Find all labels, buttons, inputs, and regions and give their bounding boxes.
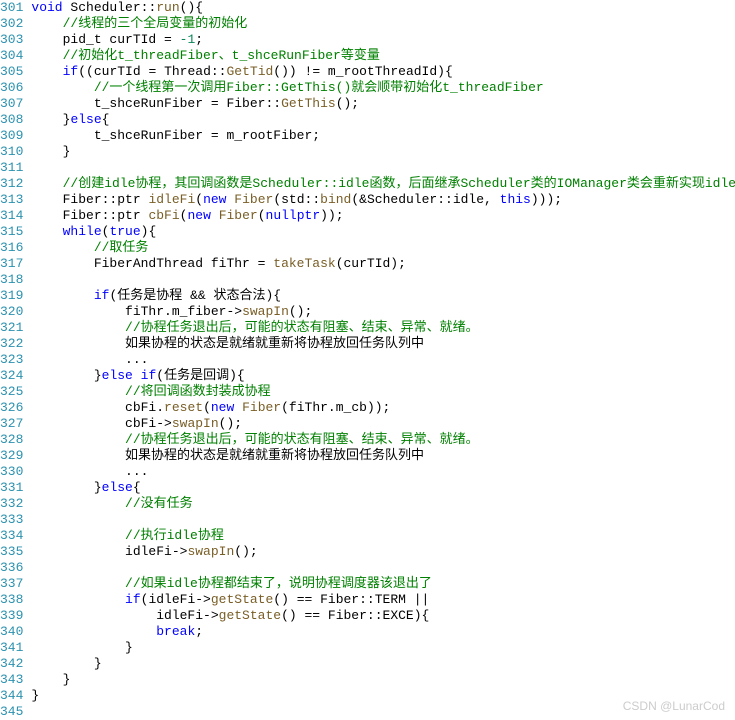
- code-line[interactable]: 如果协程的状态是就绪就重新将协程放回任务队列中: [31, 448, 735, 464]
- code-line[interactable]: if(任务是协程 && 状态合法){: [31, 288, 735, 304]
- code-line[interactable]: ...: [31, 464, 735, 480]
- code-line[interactable]: }else{: [31, 112, 735, 128]
- code-line[interactable]: //初始化t_threadFiber、t_shceRunFiber等变量: [31, 48, 735, 64]
- line-number: 304: [0, 48, 23, 64]
- code-line[interactable]: }: [31, 656, 735, 672]
- code-line[interactable]: [31, 560, 735, 576]
- code-line[interactable]: }: [31, 640, 735, 656]
- code-line[interactable]: //将回调函数封装成协程: [31, 384, 735, 400]
- line-number: 318: [0, 272, 23, 288]
- line-number: 306: [0, 80, 23, 96]
- code-line[interactable]: Fiber::ptr cbFi(new Fiber(nullptr));: [31, 208, 735, 224]
- line-number: 301: [0, 0, 23, 16]
- line-number: 338: [0, 592, 23, 608]
- line-number: 342: [0, 656, 23, 672]
- code-line[interactable]: fiThr.m_fiber->swapIn();: [31, 304, 735, 320]
- code-content[interactable]: void Scheduler::run(){ //线程的三个全局变量的初始化 p…: [31, 0, 735, 720]
- line-number: 308: [0, 112, 23, 128]
- line-number: 331: [0, 480, 23, 496]
- code-line[interactable]: 如果协程的状态是就绪就重新将协程放回任务队列中: [31, 336, 735, 352]
- code-line[interactable]: [31, 160, 735, 176]
- code-line[interactable]: //创建idle协程，其回调函数是Scheduler::idle函数，后面继承S…: [31, 176, 735, 192]
- line-number: 316: [0, 240, 23, 256]
- code-line[interactable]: [31, 272, 735, 288]
- line-number: 307: [0, 96, 23, 112]
- code-line[interactable]: ...: [31, 352, 735, 368]
- line-number: 334: [0, 528, 23, 544]
- code-line[interactable]: //协程任务退出后，可能的状态有阻塞、结束、异常、就绪。: [31, 320, 735, 336]
- line-number: 325: [0, 384, 23, 400]
- code-line[interactable]: if(idleFi->getState() == Fiber::TERM ||: [31, 592, 735, 608]
- code-line[interactable]: }else if(任务是回调){: [31, 368, 735, 384]
- line-number: 312: [0, 176, 23, 192]
- code-line[interactable]: //一个线程第一次调用Fiber::GetThis()就会顺带初始化t_thre…: [31, 80, 735, 96]
- line-number: 321: [0, 320, 23, 336]
- code-line[interactable]: cbFi->swapIn();: [31, 416, 735, 432]
- line-number: 324: [0, 368, 23, 384]
- watermark: CSDN @LunarCod: [623, 699, 725, 713]
- code-line[interactable]: void Scheduler::run(){: [31, 0, 735, 16]
- line-number: 314: [0, 208, 23, 224]
- line-number: 337: [0, 576, 23, 592]
- code-line[interactable]: //线程的三个全局变量的初始化: [31, 16, 735, 32]
- line-number: 313: [0, 192, 23, 208]
- code-line[interactable]: idleFi->swapIn();: [31, 544, 735, 560]
- code-line[interactable]: }: [31, 672, 735, 688]
- line-number: 335: [0, 544, 23, 560]
- line-number: 345: [0, 704, 23, 720]
- line-number: 303: [0, 32, 23, 48]
- line-number: 340: [0, 624, 23, 640]
- line-number: 311: [0, 160, 23, 176]
- line-number: 341: [0, 640, 23, 656]
- line-number: 305: [0, 64, 23, 80]
- code-line[interactable]: //协程任务退出后，可能的状态有阻塞、结束、异常、就绪。: [31, 432, 735, 448]
- line-number: 310: [0, 144, 23, 160]
- code-line[interactable]: Fiber::ptr idleFi(new Fiber(std::bind(&S…: [31, 192, 735, 208]
- code-line[interactable]: t_shceRunFiber = Fiber::GetThis();: [31, 96, 735, 112]
- line-number: 339: [0, 608, 23, 624]
- code-line[interactable]: //取任务: [31, 240, 735, 256]
- code-line[interactable]: //执行idle协程: [31, 528, 735, 544]
- code-line[interactable]: }else{: [31, 480, 735, 496]
- line-number: 326: [0, 400, 23, 416]
- line-number: 333: [0, 512, 23, 528]
- code-editor[interactable]: 3013023033043053063073083093103113123133…: [0, 0, 735, 720]
- code-line[interactable]: idleFi->getState() == Fiber::EXCE){: [31, 608, 735, 624]
- code-line[interactable]: //没有任务: [31, 496, 735, 512]
- code-line[interactable]: pid_t curTId = -1;: [31, 32, 735, 48]
- line-number: 344: [0, 688, 23, 704]
- line-number: 328: [0, 432, 23, 448]
- code-line[interactable]: }: [31, 144, 735, 160]
- line-number: 322: [0, 336, 23, 352]
- code-line[interactable]: FiberAndThread fiThr = takeTask(curTId);: [31, 256, 735, 272]
- line-number: 330: [0, 464, 23, 480]
- code-line[interactable]: [31, 512, 735, 528]
- line-number: 320: [0, 304, 23, 320]
- line-number: 309: [0, 128, 23, 144]
- line-number: 329: [0, 448, 23, 464]
- line-number: 327: [0, 416, 23, 432]
- line-number-gutter: 3013023033043053063073083093103113123133…: [0, 0, 31, 720]
- line-number: 336: [0, 560, 23, 576]
- code-line[interactable]: break;: [31, 624, 735, 640]
- line-number: 317: [0, 256, 23, 272]
- line-number: 302: [0, 16, 23, 32]
- line-number: 319: [0, 288, 23, 304]
- code-line[interactable]: //如果idle协程都结束了，说明协程调度器该退出了: [31, 576, 735, 592]
- code-line[interactable]: cbFi.reset(new Fiber(fiThr.m_cb));: [31, 400, 735, 416]
- code-line[interactable]: if((curTId = Thread::GetTid()) != m_root…: [31, 64, 735, 80]
- line-number: 332: [0, 496, 23, 512]
- code-line[interactable]: while(true){: [31, 224, 735, 240]
- line-number: 315: [0, 224, 23, 240]
- line-number: 323: [0, 352, 23, 368]
- code-line[interactable]: t_shceRunFiber = m_rootFiber;: [31, 128, 735, 144]
- line-number: 343: [0, 672, 23, 688]
